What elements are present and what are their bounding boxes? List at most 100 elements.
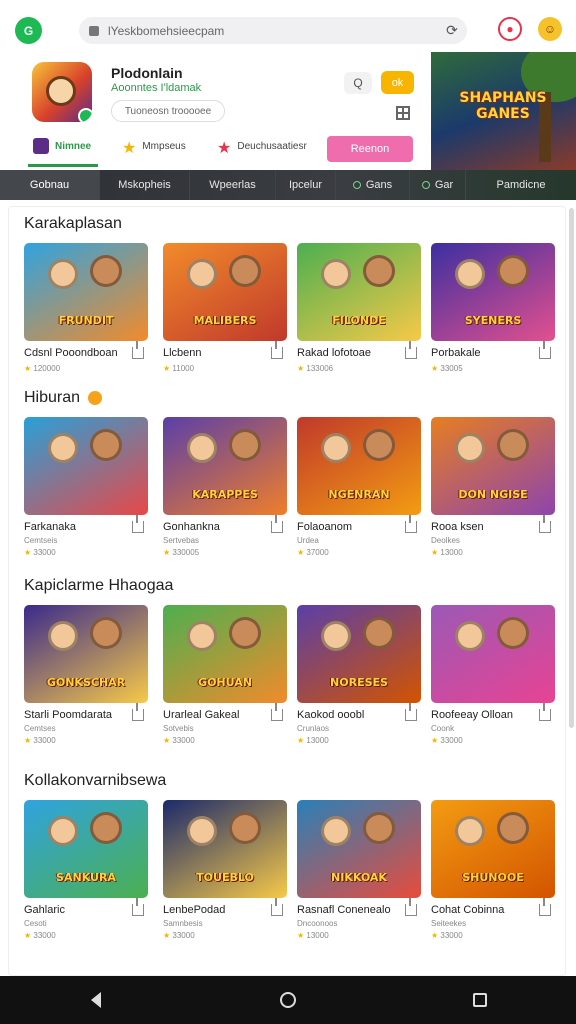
character-icon bbox=[455, 621, 485, 651]
game-thumbnail-title: SHUNOOE bbox=[462, 871, 524, 884]
address-bar[interactable]: lYeskbomehsieecpam ⟳ bbox=[79, 17, 467, 44]
section-title: Kapiclarme Hhaogaa bbox=[24, 577, 173, 595]
game-card[interactable]: Roofeeay Olloan Coonk ★ 33000 bbox=[431, 605, 555, 745]
share-icon[interactable] bbox=[405, 341, 417, 359]
grid-icon[interactable] bbox=[396, 106, 410, 120]
hero-tag-chip[interactable]: Tuoneosn trooooee bbox=[111, 100, 225, 122]
game-thumbnail[interactable]: FILONDE bbox=[297, 243, 421, 341]
share-icon[interactable] bbox=[539, 898, 551, 916]
hero-banner-image[interactable]: SHAPHANS GANES bbox=[431, 52, 576, 170]
share-icon[interactable] bbox=[539, 341, 551, 359]
app-logo[interactable]: G bbox=[15, 17, 42, 44]
share-icon[interactable] bbox=[271, 515, 283, 533]
star-icon: ★ bbox=[297, 736, 307, 745]
tab-favorites[interactable]: ★ Mmpseus bbox=[122, 138, 186, 157]
nav-item-3[interactable]: Ipcelur bbox=[276, 170, 336, 200]
game-thumbnail[interactable]: DON NGISE bbox=[431, 417, 555, 515]
share-icon[interactable] bbox=[405, 898, 417, 916]
game-card[interactable]: FRUNDIT Cdsnl Pooondboan ★ 120000 bbox=[24, 243, 148, 378]
game-card[interactable]: SANKURA Gahlaric Cesoti ★ 33000 bbox=[24, 800, 148, 940]
share-icon[interactable] bbox=[132, 515, 144, 533]
game-card[interactable]: SYENERS Porbakale ★ 33005 bbox=[431, 243, 555, 378]
character-icon bbox=[46, 76, 76, 106]
scrollbar[interactable] bbox=[569, 208, 574, 728]
share-icon[interactable] bbox=[539, 515, 551, 533]
share-icon[interactable] bbox=[132, 898, 144, 916]
star-icon: ★ bbox=[297, 931, 307, 940]
game-thumbnail[interactable]: TOUEBLO bbox=[163, 800, 287, 898]
game-card[interactable]: MALIBERS Llcbenn ★ 11000 bbox=[163, 243, 287, 378]
game-thumbnail[interactable]: SYENERS bbox=[431, 243, 555, 341]
game-thumbnail[interactable] bbox=[24, 417, 148, 515]
game-name: Llcbenn bbox=[163, 347, 202, 359]
game-thumbnail[interactable]: GOHUAN bbox=[163, 605, 287, 703]
game-category: Coonk bbox=[431, 724, 455, 733]
game-category: Seiteekes bbox=[431, 919, 467, 928]
character-icon bbox=[321, 621, 351, 651]
game-thumbnail[interactable]: SANKURA bbox=[24, 800, 148, 898]
share-icon[interactable] bbox=[405, 515, 417, 533]
tab-featured[interactable]: ★ Deuchusaatiesr bbox=[217, 138, 307, 157]
game-category: Cesoti bbox=[24, 919, 47, 928]
game-card[interactable]: DON NGISE Rooa ksen Deolkes ★ 13000 bbox=[431, 417, 555, 557]
game-thumbnail[interactable]: FRUNDIT bbox=[24, 243, 148, 341]
game-thumbnail[interactable]: NGENRAN bbox=[297, 417, 421, 515]
cta-button[interactable]: Reenon bbox=[327, 136, 413, 162]
game-rating-count: 33005 bbox=[440, 364, 463, 373]
share-icon[interactable] bbox=[132, 703, 144, 721]
nav-item-label: Ipcelur bbox=[288, 179, 323, 191]
share-icon[interactable] bbox=[132, 341, 144, 359]
browser-top-bar: G lYeskbomehsieecpam ⟳ ● ☺ bbox=[0, 0, 576, 52]
hero-app-thumbnail[interactable] bbox=[32, 62, 92, 122]
character-icon bbox=[90, 617, 122, 649]
character-icon bbox=[187, 433, 217, 463]
game-card[interactable]: KARAPPES Gonhankna Sertvebas ★ 330005 bbox=[163, 417, 287, 557]
game-thumbnail-title: FRUNDIT bbox=[58, 314, 114, 327]
nav-item-5[interactable]: Gar bbox=[410, 170, 466, 200]
game-card[interactable]: Farkanaka Cemtseis ★ 33000 bbox=[24, 417, 148, 557]
action-button[interactable]: ok bbox=[381, 71, 414, 94]
game-card[interactable]: NGENRAN Folaoanom Urdea ★ 37000 bbox=[297, 417, 421, 557]
chat-icon[interactable]: ● bbox=[498, 17, 522, 41]
back-button[interactable] bbox=[76, 980, 116, 1020]
game-thumbnail[interactable]: KARAPPES bbox=[163, 417, 287, 515]
home-button[interactable] bbox=[268, 980, 308, 1020]
nav-item-0[interactable]: Gobnau bbox=[0, 170, 100, 200]
nav-item-6[interactable]: Pamdicne bbox=[466, 170, 576, 200]
star-icon: ★ bbox=[431, 548, 441, 557]
refresh-icon[interactable]: ⟳ bbox=[441, 20, 463, 42]
character-icon bbox=[48, 433, 78, 463]
share-icon[interactable] bbox=[271, 341, 283, 359]
star-icon: ★ bbox=[163, 364, 173, 373]
game-card[interactable]: GOHUAN Urarleal Gakeal Sotvebis ★ 33000 bbox=[163, 605, 287, 745]
nav-item-4[interactable]: Gans bbox=[336, 170, 410, 200]
game-card[interactable]: NIKKOAK Rasnafl Conenealo Dncoonoos ★ 13000 bbox=[297, 800, 421, 940]
game-card[interactable]: GONKSCHAR Starli Poomdarata Cemtses ★ 33000 bbox=[24, 605, 148, 745]
game-thumbnail[interactable]: GONKSCHAR bbox=[24, 605, 148, 703]
game-name: Rasnafl Conenealo bbox=[297, 904, 391, 916]
share-icon[interactable] bbox=[271, 703, 283, 721]
game-card[interactable]: TOUEBLO LenbePodad Samnbesis ★ 33000 bbox=[163, 800, 287, 940]
game-card[interactable]: SHUNOOE Cohat Cobinna Seiteekes ★ 33000 bbox=[431, 800, 555, 940]
share-icon[interactable] bbox=[539, 703, 551, 721]
tab-home[interactable]: Nimnee bbox=[33, 138, 91, 154]
game-thumbnail[interactable]: NIKKOAK bbox=[297, 800, 421, 898]
nav-item-2[interactable]: Wpeerlas bbox=[190, 170, 276, 200]
profile-avatar[interactable]: ☺ bbox=[538, 17, 562, 41]
game-thumbnail[interactable]: NORESES bbox=[297, 605, 421, 703]
nav-item-1[interactable]: Mskopheis bbox=[100, 170, 190, 200]
game-thumbnail[interactable]: SHUNOOE bbox=[431, 800, 555, 898]
game-thumbnail-title: NIKKOAK bbox=[331, 871, 387, 884]
star-icon: ★ bbox=[431, 364, 441, 373]
recents-button[interactable] bbox=[460, 980, 500, 1020]
game-thumbnail[interactable]: MALIBERS bbox=[163, 243, 287, 341]
game-card[interactable]: FILONDE Rakad lofotoae ★ 133006 bbox=[297, 243, 421, 378]
share-icon[interactable] bbox=[405, 703, 417, 721]
game-thumbnail-title: GOHUAN bbox=[198, 676, 252, 689]
game-thumbnail-title: SANKURA bbox=[56, 871, 116, 884]
section-title: Karakaplasan bbox=[24, 215, 122, 233]
share-icon[interactable] bbox=[271, 898, 283, 916]
search-button[interactable]: Q bbox=[344, 72, 372, 94]
game-thumbnail[interactable] bbox=[431, 605, 555, 703]
game-card[interactable]: NORESES Kaokod ooobl Crunlaos ★ 13000 bbox=[297, 605, 421, 745]
